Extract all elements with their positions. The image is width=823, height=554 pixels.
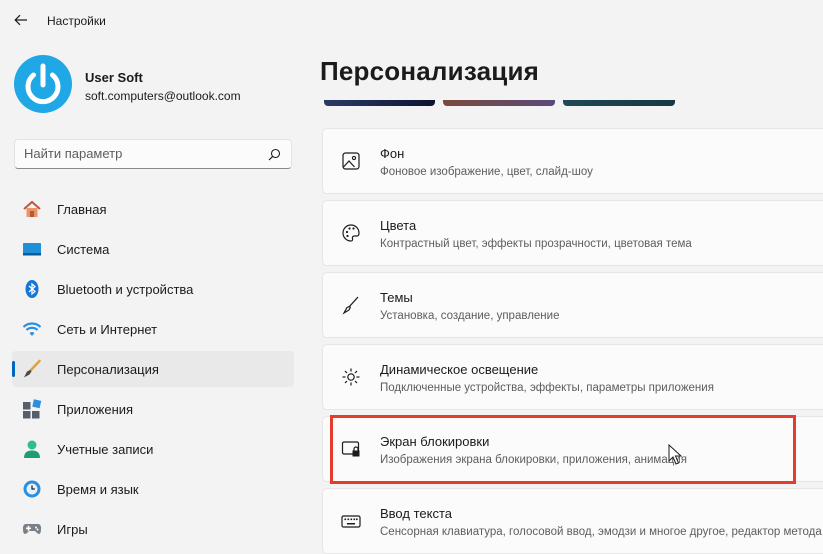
power-icon — [25, 63, 61, 105]
sidebar-item-time-language[interactable]: Время и язык — [12, 471, 294, 507]
card-title: Цвета — [380, 218, 417, 233]
sidebar-item-label: Игры — [57, 522, 88, 537]
sidebar-item-accounts[interactable]: Учетные записи — [12, 431, 294, 467]
card-subtitle: Фоновое изображение, цвет, слайд-шоу — [380, 166, 593, 178]
home-icon — [23, 200, 41, 217]
card-background[interactable]: Фон Фоновое изображение, цвет, слайд-шоу — [322, 128, 823, 194]
theme-thumbnail[interactable] — [443, 100, 555, 106]
sidebar-item-personalization[interactable]: Персонализация — [12, 351, 294, 387]
lighting-icon — [342, 368, 360, 386]
sidebar-item-gaming[interactable]: Игры — [12, 511, 294, 547]
avatar[interactable] — [14, 55, 72, 113]
card-dynamic-lighting[interactable]: Динамическое освещение Подключенные устр… — [322, 344, 823, 410]
active-indicator — [12, 361, 15, 377]
sidebar-item-bluetooth[interactable]: Bluetooth и устройства — [12, 271, 294, 307]
search-icon[interactable] — [268, 148, 281, 161]
sidebar-item-apps[interactable]: Приложения — [12, 391, 294, 427]
card-title: Ввод текста — [380, 506, 452, 521]
wifi-icon — [22, 322, 42, 336]
card-colors[interactable]: Цвета Контрастный цвет, эффекты прозрачн… — [322, 200, 823, 266]
theme-thumbnail[interactable] — [563, 100, 675, 106]
brush-icon — [342, 296, 359, 315]
sidebar-item-label: Сеть и Интернет — [57, 322, 158, 337]
sidebar-item-label: Персонализация — [57, 362, 159, 377]
card-text-input[interactable]: Ввод текста Сенсорная клавиатура, голосо… — [322, 488, 823, 554]
image-icon — [342, 152, 360, 170]
search-input[interactable] — [24, 146, 254, 161]
system-icon — [23, 243, 41, 256]
title-bar: Настройки — [0, 0, 823, 42]
sidebar-item-system[interactable]: Система — [12, 231, 294, 267]
mouse-cursor-icon — [668, 444, 682, 465]
sidebar-item-label: Главная — [57, 202, 107, 217]
bluetooth-icon — [25, 280, 39, 298]
sidebar-item-label: Bluetooth и устройства — [57, 282, 194, 297]
theme-thumbnail[interactable] — [324, 100, 435, 106]
palette-icon — [342, 224, 360, 242]
card-title: Темы — [380, 290, 413, 305]
brush-icon — [24, 359, 41, 378]
sidebar-item-network[interactable]: Сеть и Интернет — [12, 311, 294, 347]
sidebar-item-home[interactable]: Главная — [12, 191, 294, 227]
card-subtitle: Контрастный цвет, эффекты прозрачности, … — [380, 238, 692, 250]
apps-icon — [23, 399, 42, 419]
sidebar-item-label: Учетные записи — [57, 442, 154, 457]
page-title: Персонализация — [320, 56, 540, 86]
card-subtitle: Подключенные устройства, эффекты, параме… — [380, 382, 714, 394]
highlight-frame — [330, 415, 796, 484]
back-button[interactable] — [10, 9, 32, 31]
card-title: Фон — [380, 146, 405, 161]
keyboard-icon — [341, 515, 361, 528]
gamepad-icon — [22, 524, 42, 534]
person-icon — [24, 440, 40, 458]
card-themes[interactable]: Темы Установка, создание, управление — [322, 272, 823, 338]
sidebar-nav: Главная Система Bluetooth и устройства С… — [12, 191, 294, 551]
sidebar-item-label: Система — [57, 242, 110, 257]
sidebar-item-label: Время и язык — [57, 482, 139, 497]
back-arrow-icon — [14, 14, 27, 26]
card-subtitle: Сенсорная клавиатура, голосовой ввод, эм… — [380, 526, 823, 538]
user-name: User Soft — [85, 70, 143, 85]
search-box[interactable] — [14, 139, 292, 169]
user-email: soft.computers@outlook.com — [85, 89, 241, 103]
clock-globe-icon — [23, 480, 41, 498]
card-subtitle: Установка, создание, управление — [380, 310, 560, 322]
card-title: Динамическое освещение — [380, 362, 539, 377]
app-title: Настройки — [47, 14, 106, 28]
sidebar-item-label: Приложения — [57, 402, 134, 417]
